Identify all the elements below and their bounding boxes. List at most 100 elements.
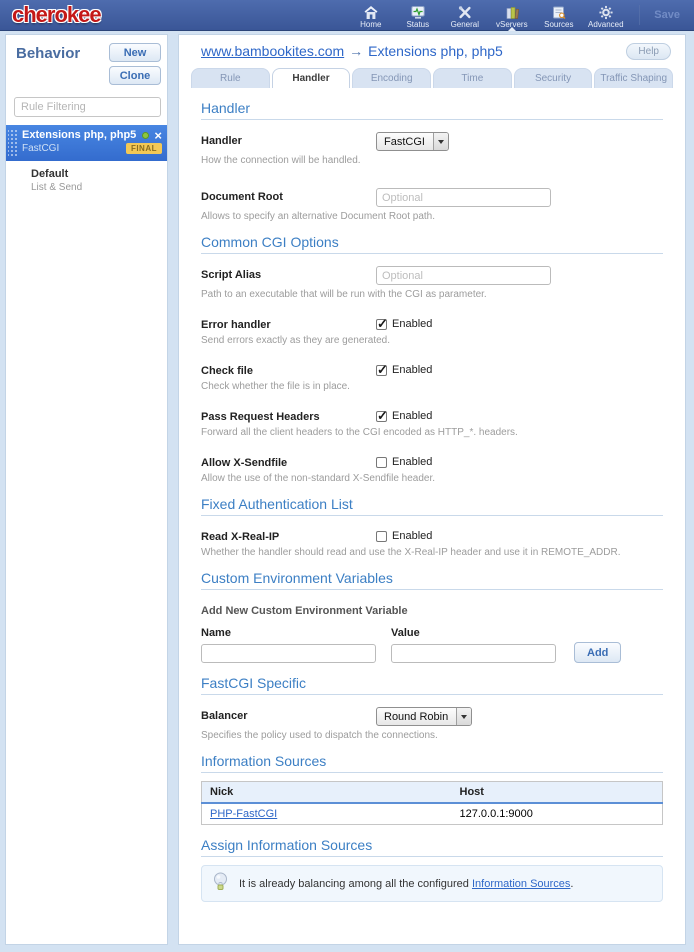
handler-select[interactable]: FastCGI xyxy=(376,132,449,151)
checkbox-box[interactable] xyxy=(376,319,387,330)
env-variable-form: Name Value Add xyxy=(201,627,663,663)
tab-encoding[interactable]: Encoding xyxy=(352,68,431,88)
section-title-assign-sources: Assign Information Sources xyxy=(201,837,663,853)
checkbox-box[interactable] xyxy=(376,457,387,468)
section-title-common-cgi: Common CGI Options xyxy=(201,234,663,250)
tab-traffic-shaping[interactable]: Traffic Shaping xyxy=(594,68,673,88)
env-value-input[interactable] xyxy=(391,644,556,663)
nav-vservers[interactable]: vServers xyxy=(488,0,535,30)
field-description: Allows to specify an alternative Documen… xyxy=(201,211,663,222)
rule-handler-label: List & Send xyxy=(31,182,159,193)
source-nick-link[interactable]: PHP-FastCGI xyxy=(210,808,277,820)
rule-item-extensions-php[interactable]: Extensions php, php5 × FastCGI FINAL xyxy=(6,125,167,161)
field-allow-x-sendfile: Allow X-Sendfile Enabled Allow the use o… xyxy=(201,454,663,484)
env-name-input[interactable] xyxy=(201,644,376,663)
checkbox-box[interactable] xyxy=(376,365,387,376)
rule-name: Default xyxy=(31,168,159,180)
divider xyxy=(201,253,663,254)
field-label: Read X-Real-IP xyxy=(201,528,376,543)
divider xyxy=(201,772,663,773)
section-title-fastcgi: FastCGI Specific xyxy=(201,675,663,691)
nav-sources-label: Sources xyxy=(544,20,573,29)
check-file-checkbox[interactable]: Enabled xyxy=(376,362,432,376)
section-title-handler: Handler xyxy=(201,100,663,116)
information-sources-table: Nick Host PHP-FastCGI 127.0.0.1:9000 xyxy=(201,781,663,825)
tab-time[interactable]: Time xyxy=(433,68,512,88)
app-header: cherokee Home Status General xyxy=(0,0,694,31)
tab-rule[interactable]: Rule xyxy=(191,68,270,88)
source-host-value: 127.0.0.1:9000 xyxy=(452,803,663,825)
rule-item-default[interactable]: Default List & Send xyxy=(6,161,167,200)
nav-home-label: Home xyxy=(360,20,381,29)
allow-x-sendfile-checkbox[interactable]: Enabled xyxy=(376,454,432,468)
nav-sources[interactable]: Sources xyxy=(535,0,582,30)
chevron-down-icon xyxy=(456,708,471,725)
field-handler: Handler FastCGI How the connection will … xyxy=(201,132,663,166)
checkbox-label: Enabled xyxy=(392,318,432,330)
field-description: How the connection will be handled. xyxy=(201,155,663,166)
field-description: Whether the handler should read and use … xyxy=(201,547,663,558)
field-pass-request-headers: Pass Request Headers Enabled Forward all… xyxy=(201,408,663,438)
nav-advanced[interactable]: Advanced xyxy=(582,0,629,30)
content-frame: Behavior New Clone Extensions php, php5 … xyxy=(0,31,694,952)
nav-status[interactable]: Status xyxy=(394,0,441,30)
final-badge: FINAL xyxy=(126,143,162,154)
rule-enabled-dot[interactable] xyxy=(142,132,149,139)
divider xyxy=(201,856,663,857)
tab-security[interactable]: Security xyxy=(514,68,593,88)
env-value-label: Value xyxy=(391,627,566,639)
checkbox-box[interactable] xyxy=(376,411,387,422)
section-title-fixed-auth: Fixed Authentication List xyxy=(201,496,663,512)
error-handler-checkbox[interactable]: Enabled xyxy=(376,316,432,330)
add-env-label: Add New Custom Environment Variable xyxy=(201,605,663,617)
rule-filter-input[interactable] xyxy=(14,97,161,117)
field-description: Check whether the file is in place. xyxy=(201,381,663,392)
nav-general-label: General xyxy=(451,20,479,29)
breadcrumb-arrow-icon: → xyxy=(349,43,363,59)
chevron-down-icon xyxy=(433,133,448,150)
behavior-sidebar: Behavior New Clone Extensions php, php5 … xyxy=(5,34,168,945)
status-icon xyxy=(410,5,426,20)
field-balancer: Balancer Round Robin Specifies the polic… xyxy=(201,707,663,741)
sources-icon xyxy=(551,5,567,20)
checkbox-box[interactable] xyxy=(376,531,387,542)
add-env-button[interactable]: Add xyxy=(574,642,621,663)
nav-vservers-label: vServers xyxy=(496,20,528,29)
tab-handler[interactable]: Handler xyxy=(272,68,351,88)
script-alias-input[interactable] xyxy=(376,266,551,285)
pass-request-headers-checkbox[interactable]: Enabled xyxy=(376,408,432,422)
rule-editor-panel: www.bambookites.com → Extensions php, php5… xyxy=(178,34,686,945)
nav-general[interactable]: General xyxy=(441,0,488,30)
nav-home[interactable]: Home xyxy=(347,0,394,30)
rule-tabs: Rule Handler Encoding Time Security Traf… xyxy=(191,68,673,88)
cherokee-logo: cherokee xyxy=(8,4,101,26)
env-name-label: Name xyxy=(201,627,391,639)
rule-close-icon[interactable]: × xyxy=(154,130,162,141)
divider xyxy=(201,515,663,516)
help-button[interactable]: Help xyxy=(626,43,671,60)
vservers-icon xyxy=(504,5,520,20)
main-nav: Home Status General vServers xyxy=(347,0,629,30)
breadcrumb-site-link[interactable]: www.bambookites.com xyxy=(201,43,344,59)
field-script-alias: Script Alias Path to an executable that … xyxy=(201,266,663,300)
clone-rule-button[interactable]: Clone xyxy=(109,66,161,85)
read-x-real-ip-checkbox[interactable]: Enabled xyxy=(376,528,432,542)
information-sources-link[interactable]: Information Sources xyxy=(472,878,570,890)
note-text: It is already balancing among all the co… xyxy=(239,878,573,890)
balancer-select[interactable]: Round Robin xyxy=(376,707,472,726)
checkbox-label: Enabled xyxy=(392,456,432,468)
divider xyxy=(201,589,663,590)
field-description: Path to an executable that will be run w… xyxy=(201,289,663,300)
lightbulb-icon xyxy=(212,871,229,896)
field-label: Balancer xyxy=(201,707,376,722)
document-root-input[interactable] xyxy=(376,188,551,207)
drag-handle[interactable] xyxy=(8,130,19,156)
table-header-host: Host xyxy=(452,782,663,804)
field-label: Allow X-Sendfile xyxy=(201,454,376,469)
breadcrumb-rule-name: Extensions php, php5 xyxy=(368,43,503,59)
field-label: Check file xyxy=(201,362,376,377)
field-label: Document Root xyxy=(201,188,376,203)
save-button[interactable]: Save xyxy=(639,5,680,25)
new-rule-button[interactable]: New xyxy=(109,43,161,62)
field-label: Pass Request Headers xyxy=(201,408,376,423)
